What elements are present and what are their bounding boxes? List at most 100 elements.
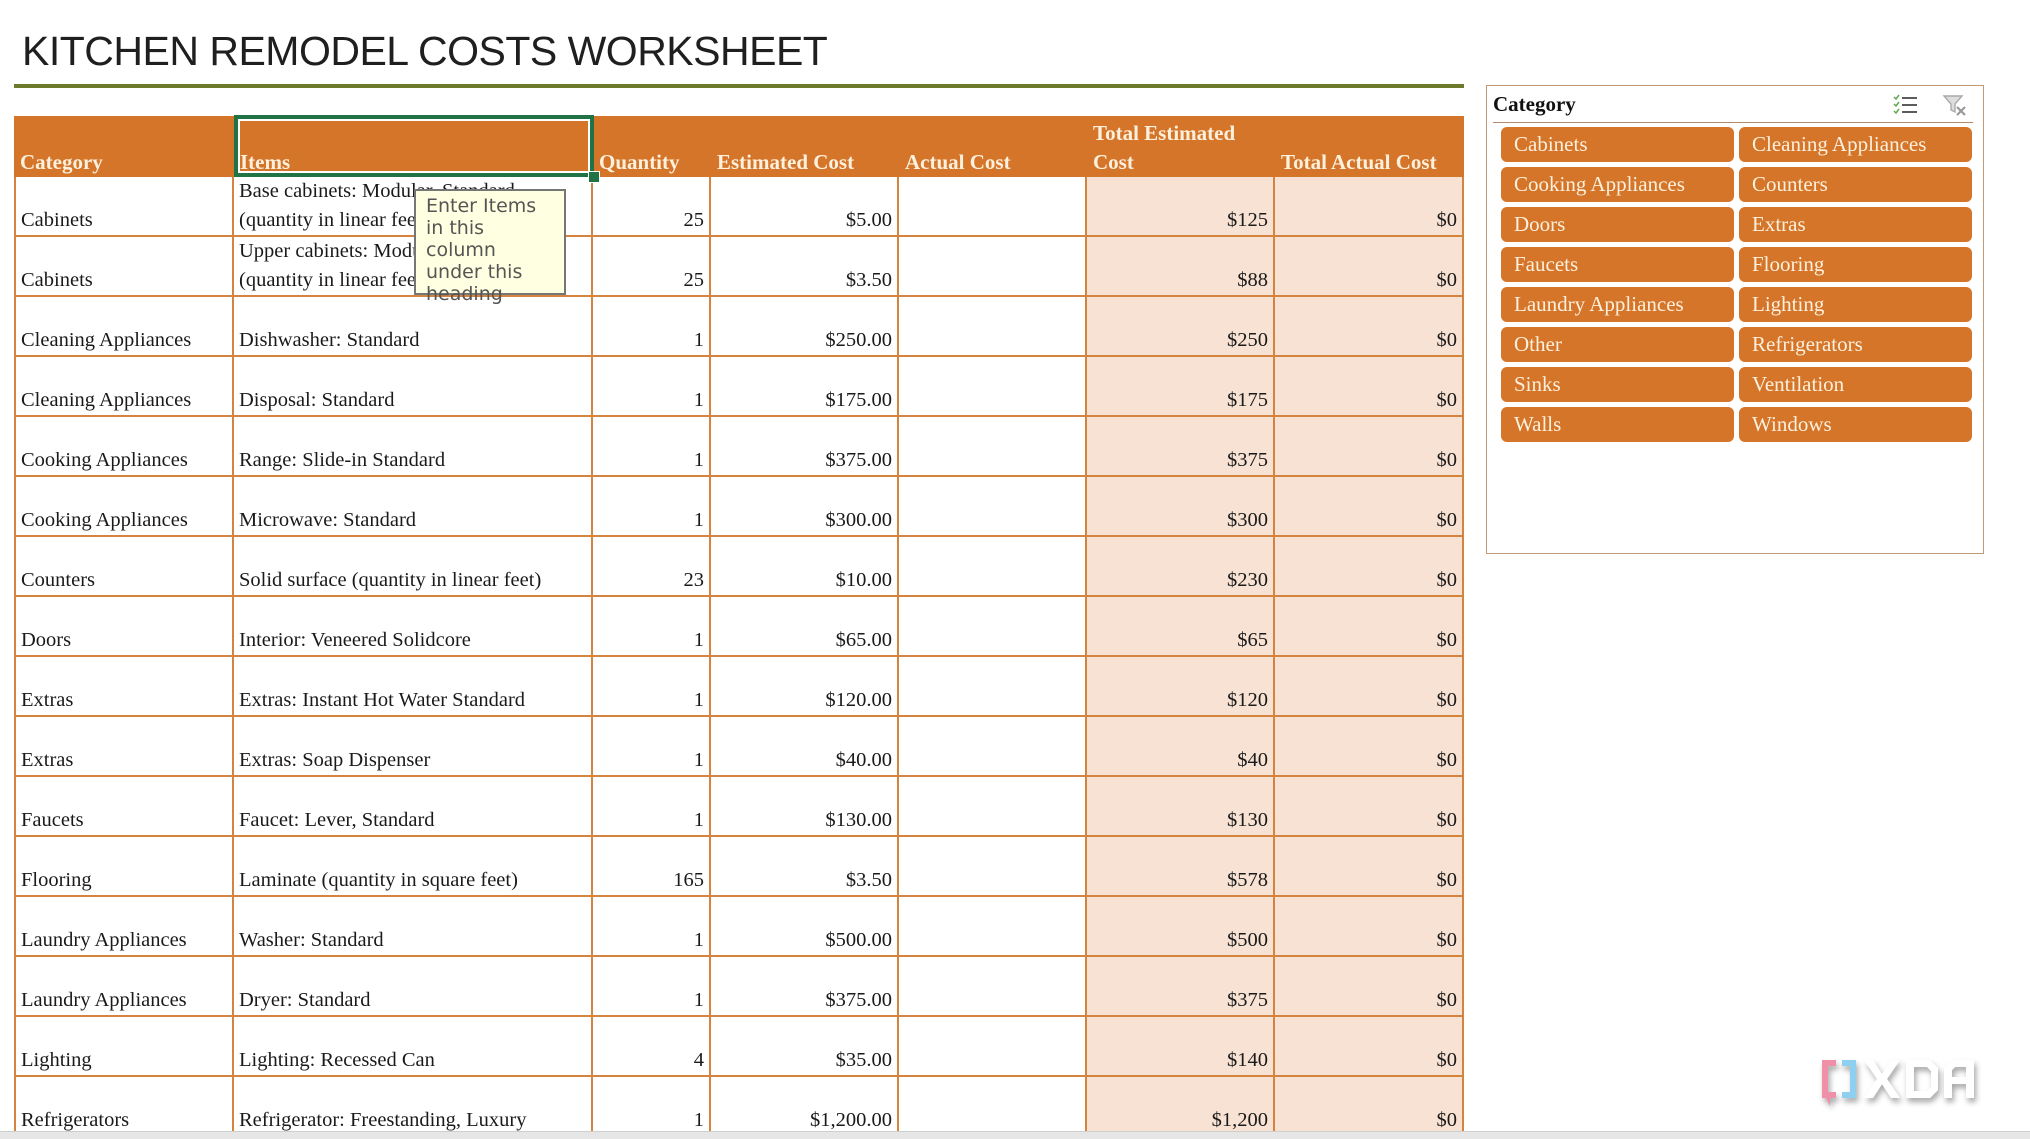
cell-category[interactable]: Faucets — [14, 777, 234, 837]
cell-quantity[interactable]: 23 — [593, 537, 711, 597]
cell-category[interactable]: Refrigerators — [14, 1077, 234, 1137]
cell-actual-cost[interactable] — [899, 417, 1087, 477]
cell-total-estimated-cost[interactable]: $1,200 — [1087, 1077, 1275, 1137]
cell-total-actual-cost[interactable]: $0 — [1275, 417, 1464, 477]
slicer-item-cleaning-appliances[interactable]: Cleaning Appliances — [1739, 127, 1972, 162]
cell-total-estimated-cost[interactable]: $500 — [1087, 897, 1275, 957]
cell-quantity[interactable]: 1 — [593, 897, 711, 957]
cell-category[interactable]: Cleaning Appliances — [14, 297, 234, 357]
cell-total-estimated-cost[interactable]: $40 — [1087, 717, 1275, 777]
cell-quantity[interactable]: 1 — [593, 297, 711, 357]
cell-total-estimated-cost[interactable]: $140 — [1087, 1017, 1275, 1077]
cell-category[interactable]: Cleaning Appliances — [14, 357, 234, 417]
cell-total-actual-cost[interactable]: $0 — [1275, 957, 1464, 1017]
slicer-item-counters[interactable]: Counters — [1739, 167, 1972, 202]
cell-quantity[interactable]: 1 — [593, 1077, 711, 1137]
cell-actual-cost[interactable] — [899, 1077, 1087, 1137]
cell-item[interactable]: Laminate (quantity in square feet) — [234, 837, 593, 897]
cell-actual-cost[interactable] — [899, 657, 1087, 717]
cell-item[interactable]: Microwave: Standard — [234, 477, 593, 537]
cell-total-estimated-cost[interactable]: $88 — [1087, 237, 1275, 297]
cell-category[interactable]: Doors — [14, 597, 234, 657]
cell-item[interactable]: Range: Slide-in Standard — [234, 417, 593, 477]
cell-category[interactable]: Cabinets — [14, 237, 234, 297]
header-quantity[interactable]: Quantity — [593, 116, 711, 177]
cell-item[interactable]: Extras: Instant Hot Water Standard — [234, 657, 593, 717]
cell-quantity[interactable]: 165 — [593, 837, 711, 897]
cell-total-estimated-cost[interactable]: $120 — [1087, 657, 1275, 717]
cell-estimated-cost[interactable]: $175.00 — [711, 357, 899, 417]
cell-estimated-cost[interactable]: $5.00 — [711, 177, 899, 237]
cell-estimated-cost[interactable]: $3.50 — [711, 837, 899, 897]
slicer-item-windows[interactable]: Windows — [1739, 407, 1972, 442]
cell-estimated-cost[interactable]: $375.00 — [711, 417, 899, 477]
cell-actual-cost[interactable] — [899, 477, 1087, 537]
cell-category[interactable]: Lighting — [14, 1017, 234, 1077]
cell-estimated-cost[interactable]: $10.00 — [711, 537, 899, 597]
cell-estimated-cost[interactable]: $35.00 — [711, 1017, 899, 1077]
cell-estimated-cost[interactable]: $375.00 — [711, 957, 899, 1017]
cell-item[interactable]: Faucet: Lever, Standard — [234, 777, 593, 837]
slicer-item-faucets[interactable]: Faucets — [1501, 247, 1734, 282]
cell-quantity[interactable]: 25 — [593, 177, 711, 237]
cell-item[interactable]: Extras: Soap Dispenser — [234, 717, 593, 777]
cell-total-actual-cost[interactable]: $0 — [1275, 717, 1464, 777]
cell-total-actual-cost[interactable]: $0 — [1275, 777, 1464, 837]
slicer-item-ventilation[interactable]: Ventilation — [1739, 367, 1972, 402]
selected-cell-outline[interactable] — [234, 115, 594, 177]
cell-item[interactable]: Interior: Veneered Solidcore — [234, 597, 593, 657]
cell-total-estimated-cost[interactable]: $175 — [1087, 357, 1275, 417]
cell-total-estimated-cost[interactable]: $230 — [1087, 537, 1275, 597]
cell-actual-cost[interactable] — [899, 957, 1087, 1017]
cell-actual-cost[interactable] — [899, 537, 1087, 597]
cell-quantity[interactable]: 1 — [593, 717, 711, 777]
cell-actual-cost[interactable] — [899, 597, 1087, 657]
cell-total-estimated-cost[interactable]: $130 — [1087, 777, 1275, 837]
slicer-item-extras[interactable]: Extras — [1739, 207, 1972, 242]
slicer-item-refrigerators[interactable]: Refrigerators — [1739, 327, 1972, 362]
cell-total-actual-cost[interactable]: $0 — [1275, 657, 1464, 717]
cell-quantity[interactable]: 1 — [593, 957, 711, 1017]
cell-item[interactable]: Solid surface (quantity in linear feet) — [234, 537, 593, 597]
cell-total-actual-cost[interactable]: $0 — [1275, 177, 1464, 237]
cell-total-actual-cost[interactable]: $0 — [1275, 537, 1464, 597]
cell-item[interactable]: Washer: Standard — [234, 897, 593, 957]
cell-estimated-cost[interactable]: $1,200.00 — [711, 1077, 899, 1137]
header-actual-cost[interactable]: Actual Cost — [899, 116, 1087, 177]
cell-actual-cost[interactable] — [899, 357, 1087, 417]
cell-item[interactable]: Dishwasher: Standard — [234, 297, 593, 357]
cell-total-estimated-cost[interactable]: $375 — [1087, 417, 1275, 477]
cell-quantity[interactable]: 1 — [593, 777, 711, 837]
slicer-item-cabinets[interactable]: Cabinets — [1501, 127, 1734, 162]
cell-estimated-cost[interactable]: $40.00 — [711, 717, 899, 777]
cell-category[interactable]: Extras — [14, 657, 234, 717]
fill-handle[interactable] — [588, 171, 600, 183]
slicer-item-sinks[interactable]: Sinks — [1501, 367, 1734, 402]
cell-category[interactable]: Cabinets — [14, 177, 234, 237]
cell-quantity[interactable]: 4 — [593, 1017, 711, 1077]
cell-total-actual-cost[interactable]: $0 — [1275, 357, 1464, 417]
cell-total-actual-cost[interactable]: $0 — [1275, 477, 1464, 537]
cell-total-estimated-cost[interactable]: $125 — [1087, 177, 1275, 237]
cell-quantity[interactable]: 25 — [593, 237, 711, 297]
cell-item[interactable]: Dryer: Standard — [234, 957, 593, 1017]
cell-category[interactable]: Laundry Appliances — [14, 897, 234, 957]
cell-total-actual-cost[interactable]: $0 — [1275, 897, 1464, 957]
cell-actual-cost[interactable] — [899, 897, 1087, 957]
multi-select-icon[interactable] — [1892, 93, 1918, 117]
cell-actual-cost[interactable] — [899, 837, 1087, 897]
clear-filter-icon[interactable] — [1942, 93, 1968, 117]
cell-total-estimated-cost[interactable]: $65 — [1087, 597, 1275, 657]
cell-quantity[interactable]: 1 — [593, 657, 711, 717]
cell-estimated-cost[interactable]: $3.50 — [711, 237, 899, 297]
cell-quantity[interactable]: 1 — [593, 357, 711, 417]
cell-estimated-cost[interactable]: $130.00 — [711, 777, 899, 837]
cell-category[interactable]: Extras — [14, 717, 234, 777]
slicer-item-walls[interactable]: Walls — [1501, 407, 1734, 442]
cell-actual-cost[interactable] — [899, 717, 1087, 777]
cell-actual-cost[interactable] — [899, 777, 1087, 837]
slicer-item-other[interactable]: Other — [1501, 327, 1734, 362]
cell-actual-cost[interactable] — [899, 1017, 1087, 1077]
header-total-actual-cost[interactable]: Total Actual Cost — [1275, 116, 1464, 177]
cell-total-estimated-cost[interactable]: $250 — [1087, 297, 1275, 357]
